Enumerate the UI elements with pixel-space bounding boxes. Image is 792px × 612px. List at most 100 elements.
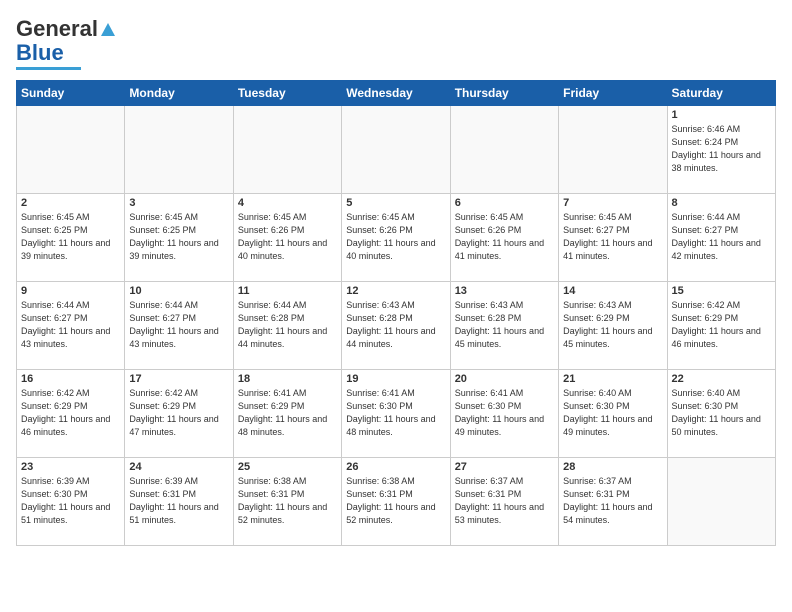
- logo-blue: Blue: [16, 40, 64, 66]
- calendar-cell: 14 Sunrise: 6:43 AM Sunset: 6:29 PM Dayli…: [559, 282, 667, 370]
- weekday-header-tuesday: Tuesday: [233, 81, 341, 106]
- calendar-cell: [233, 106, 341, 194]
- calendar-cell: 21 Sunrise: 6:40 AM Sunset: 6:30 PM Dayli…: [559, 370, 667, 458]
- calendar-cell: 27 Sunrise: 6:37 AM Sunset: 6:31 PM Dayli…: [450, 458, 558, 546]
- day-info: Sunrise: 6:45 AM Sunset: 6:27 PM Dayligh…: [563, 211, 662, 263]
- day-info: Sunrise: 6:43 AM Sunset: 6:28 PM Dayligh…: [455, 299, 554, 351]
- calendar-cell: [667, 458, 775, 546]
- weekday-header-sunday: Sunday: [17, 81, 125, 106]
- calendar-cell: 23 Sunrise: 6:39 AM Sunset: 6:30 PM Dayli…: [17, 458, 125, 546]
- calendar-cell: 6Sunrise: 6:45 AM Sunset: 6:26 PM Daylig…: [450, 194, 558, 282]
- day-info: Sunrise: 6:42 AM Sunset: 6:29 PM Dayligh…: [21, 387, 120, 439]
- calendar-cell: 24 Sunrise: 6:39 AM Sunset: 6:31 PM Dayli…: [125, 458, 233, 546]
- week-row-3: 9 Sunrise: 6:44 AM Sunset: 6:27 PM Daylig…: [17, 282, 776, 370]
- calendar-cell: 19 Sunrise: 6:41 AM Sunset: 6:30 PM Dayli…: [342, 370, 450, 458]
- day-number: 2: [21, 197, 120, 209]
- day-info: Sunrise: 6:39 AM Sunset: 6:31 PM Dayligh…: [129, 475, 228, 527]
- day-info: Sunrise: 6:38 AM Sunset: 6:31 PM Dayligh…: [346, 475, 445, 527]
- week-row-1: 1 Sunrise: 6:46 AM Sunset: 6:24 PM Daylig…: [17, 106, 776, 194]
- day-info: Sunrise: 6:37 AM Sunset: 6:31 PM Dayligh…: [455, 475, 554, 527]
- calendar-cell: 22 Sunrise: 6:40 AM Sunset: 6:30 PM Dayli…: [667, 370, 775, 458]
- weekday-header-saturday: Saturday: [667, 81, 775, 106]
- calendar-cell: 13 Sunrise: 6:43 AM Sunset: 6:28 PM Dayli…: [450, 282, 558, 370]
- day-info: Sunrise: 6:44 AM Sunset: 6:27 PM Dayligh…: [21, 299, 120, 351]
- calendar-cell: 15 Sunrise: 6:42 AM Sunset: 6:29 PM Dayli…: [667, 282, 775, 370]
- day-number: 3: [129, 197, 228, 209]
- day-number: 12: [346, 285, 445, 297]
- day-number: 14: [563, 285, 662, 297]
- day-number: 21: [563, 373, 662, 385]
- day-number: 16: [21, 373, 120, 385]
- day-number: 25: [238, 461, 337, 473]
- calendar-cell: 25 Sunrise: 6:38 AM Sunset: 6:31 PM Dayli…: [233, 458, 341, 546]
- day-number: 19: [346, 373, 445, 385]
- day-number: 23: [21, 461, 120, 473]
- calendar-cell: 16 Sunrise: 6:42 AM Sunset: 6:29 PM Dayli…: [17, 370, 125, 458]
- day-number: 9: [21, 285, 120, 297]
- calendar-cell: 17Sunrise: 6:42 AM Sunset: 6:29 PM Dayli…: [125, 370, 233, 458]
- calendar-cell: 12 Sunrise: 6:43 AM Sunset: 6:28 PM Dayli…: [342, 282, 450, 370]
- weekday-header-monday: Monday: [125, 81, 233, 106]
- calendar-cell: 20Sunrise: 6:41 AM Sunset: 6:30 PM Dayli…: [450, 370, 558, 458]
- day-info: Sunrise: 6:46 AM Sunset: 6:24 PM Dayligh…: [672, 123, 771, 175]
- calendar-cell: 2 Sunrise: 6:45 AM Sunset: 6:25 PM Daylig…: [17, 194, 125, 282]
- calendar-cell: 7 Sunrise: 6:45 AM Sunset: 6:27 PM Daylig…: [559, 194, 667, 282]
- day-info: Sunrise: 6:45 AM Sunset: 6:26 PM Dayligh…: [455, 211, 554, 263]
- day-info: Sunrise: 6:39 AM Sunset: 6:30 PM Dayligh…: [21, 475, 120, 527]
- day-number: 4: [238, 197, 337, 209]
- week-row-5: 23 Sunrise: 6:39 AM Sunset: 6:30 PM Dayli…: [17, 458, 776, 546]
- week-row-2: 2 Sunrise: 6:45 AM Sunset: 6:25 PM Daylig…: [17, 194, 776, 282]
- day-info: Sunrise: 6:37 AM Sunset: 6:31 PM Dayligh…: [563, 475, 662, 527]
- day-number: 8: [672, 197, 771, 209]
- calendar-cell: 5 Sunrise: 6:45 AM Sunset: 6:26 PM Daylig…: [342, 194, 450, 282]
- day-number: 15: [672, 285, 771, 297]
- day-info: Sunrise: 6:44 AM Sunset: 6:27 PM Dayligh…: [129, 299, 228, 351]
- calendar-cell: 3 Sunrise: 6:45 AM Sunset: 6:25 PM Daylig…: [125, 194, 233, 282]
- logo-triangle-icon: [101, 23, 115, 36]
- calendar-cell: 11Sunrise: 6:44 AM Sunset: 6:28 PM Dayli…: [233, 282, 341, 370]
- day-info: Sunrise: 6:42 AM Sunset: 6:29 PM Dayligh…: [672, 299, 771, 351]
- day-info: Sunrise: 6:42 AM Sunset: 6:29 PM Dayligh…: [129, 387, 228, 439]
- weekday-header-thursday: Thursday: [450, 81, 558, 106]
- logo: General Blue: [16, 16, 115, 70]
- day-info: Sunrise: 6:43 AM Sunset: 6:28 PM Dayligh…: [346, 299, 445, 351]
- weekday-header-wednesday: Wednesday: [342, 81, 450, 106]
- calendar-table: SundayMondayTuesdayWednesdayThursdayFrid…: [16, 80, 776, 546]
- day-number: 18: [238, 373, 337, 385]
- day-info: Sunrise: 6:45 AM Sunset: 6:26 PM Dayligh…: [238, 211, 337, 263]
- day-info: Sunrise: 6:45 AM Sunset: 6:25 PM Dayligh…: [21, 211, 120, 263]
- week-row-4: 16 Sunrise: 6:42 AM Sunset: 6:29 PM Dayli…: [17, 370, 776, 458]
- calendar-cell: 1 Sunrise: 6:46 AM Sunset: 6:24 PM Daylig…: [667, 106, 775, 194]
- day-info: Sunrise: 6:45 AM Sunset: 6:26 PM Dayligh…: [346, 211, 445, 263]
- day-number: 7: [563, 197, 662, 209]
- day-info: Sunrise: 6:44 AM Sunset: 6:28 PM Dayligh…: [238, 299, 337, 351]
- day-number: 27: [455, 461, 554, 473]
- calendar-cell: 26Sunrise: 6:38 AM Sunset: 6:31 PM Dayli…: [342, 458, 450, 546]
- day-number: 22: [672, 373, 771, 385]
- logo-general: General: [16, 16, 98, 42]
- weekday-header-friday: Friday: [559, 81, 667, 106]
- day-number: 13: [455, 285, 554, 297]
- day-info: Sunrise: 6:44 AM Sunset: 6:27 PM Dayligh…: [672, 211, 771, 263]
- calendar-cell: 18 Sunrise: 6:41 AM Sunset: 6:29 PM Dayli…: [233, 370, 341, 458]
- calendar-cell: 28 Sunrise: 6:37 AM Sunset: 6:31 PM Dayli…: [559, 458, 667, 546]
- logo-underline: [16, 67, 81, 70]
- page-header: General Blue: [16, 16, 776, 70]
- calendar-cell: [559, 106, 667, 194]
- day-number: 28: [563, 461, 662, 473]
- calendar-cell: 9 Sunrise: 6:44 AM Sunset: 6:27 PM Daylig…: [17, 282, 125, 370]
- day-info: Sunrise: 6:43 AM Sunset: 6:29 PM Dayligh…: [563, 299, 662, 351]
- day-number: 24: [129, 461, 228, 473]
- calendar-cell: [342, 106, 450, 194]
- day-info: Sunrise: 6:40 AM Sunset: 6:30 PM Dayligh…: [672, 387, 771, 439]
- day-number: 20: [455, 373, 554, 385]
- day-info: Sunrise: 6:38 AM Sunset: 6:31 PM Dayligh…: [238, 475, 337, 527]
- calendar-cell: 4 Sunrise: 6:45 AM Sunset: 6:26 PM Daylig…: [233, 194, 341, 282]
- day-info: Sunrise: 6:40 AM Sunset: 6:30 PM Dayligh…: [563, 387, 662, 439]
- calendar-cell: 10Sunrise: 6:44 AM Sunset: 6:27 PM Dayli…: [125, 282, 233, 370]
- day-info: Sunrise: 6:41 AM Sunset: 6:30 PM Dayligh…: [346, 387, 445, 439]
- day-info: Sunrise: 6:45 AM Sunset: 6:25 PM Dayligh…: [129, 211, 228, 263]
- day-number: 5: [346, 197, 445, 209]
- day-info: Sunrise: 6:41 AM Sunset: 6:29 PM Dayligh…: [238, 387, 337, 439]
- day-number: 1: [672, 109, 771, 121]
